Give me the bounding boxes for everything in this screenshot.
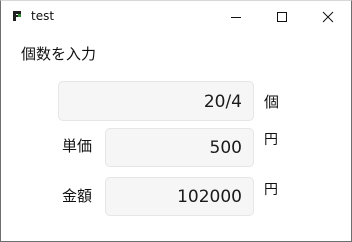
input-prompt: 個数を入力 — [21, 45, 97, 63]
app-icon — [13, 11, 21, 21]
title-bar[interactable]: test — [1, 1, 351, 32]
maximize-button[interactable] — [259, 1, 305, 32]
window-title: test — [31, 9, 55, 23]
unit-price-input[interactable]: 500 — [105, 128, 254, 167]
total-unit: 円 — [264, 182, 278, 198]
maximize-icon — [277, 11, 287, 22]
close-icon — [322, 11, 334, 22]
total-input[interactable]: 102000 — [105, 177, 254, 216]
app-window: test 個数を入力 20/4 個 単価 500 円 金額 102000 円 — [0, 0, 352, 242]
close-button[interactable] — [305, 1, 351, 32]
unit-price-unit: 円 — [264, 132, 278, 148]
unit-price-label: 単価 — [62, 137, 93, 155]
quantity-unit: 個 — [264, 93, 280, 111]
quantity-input[interactable]: 20/4 — [58, 81, 254, 121]
minimize-button[interactable] — [213, 1, 259, 32]
total-label: 金額 — [62, 187, 93, 205]
minimize-icon — [231, 16, 241, 18]
